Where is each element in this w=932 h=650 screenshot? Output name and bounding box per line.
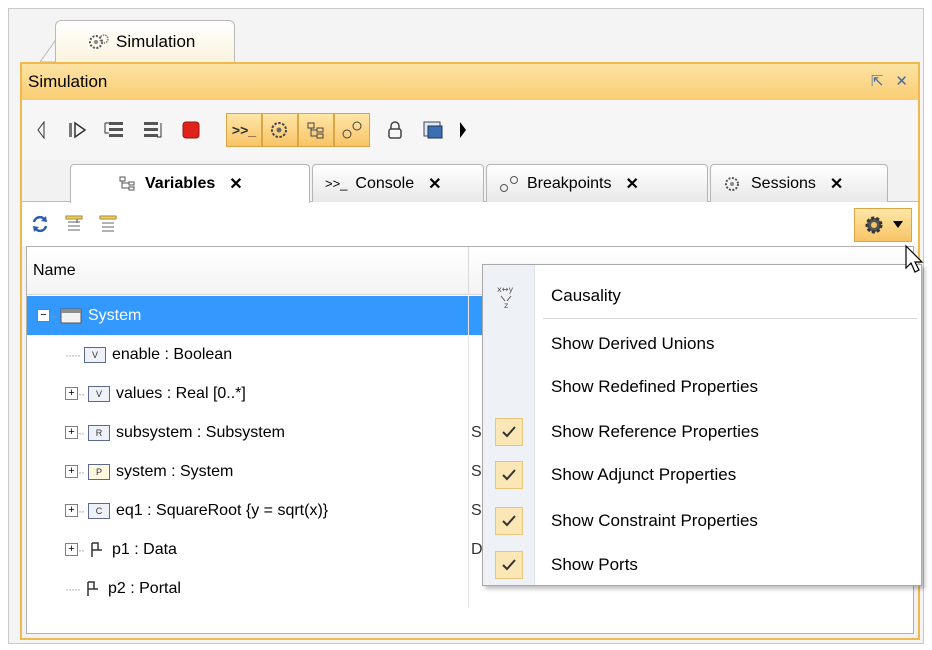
lock-icon[interactable] <box>380 115 410 145</box>
close-icon[interactable]: ✕ <box>229 174 242 194</box>
step-icon[interactable] <box>62 115 92 145</box>
row-name: values : Real [0..*] <box>116 384 246 402</box>
gears-icon <box>89 33 109 49</box>
checkmark-icon <box>495 551 523 579</box>
system-icon <box>60 308 82 323</box>
tree-toolbar <box>22 202 918 246</box>
column-header-name-label: Name <box>33 261 76 279</box>
menu-item-label: Show Constraint Properties <box>551 511 758 530</box>
tab-sessions[interactable]: Sessions ✕ <box>710 164 888 202</box>
menu-separator <box>543 318 917 319</box>
collapse-icon[interactable]: − <box>37 309 50 322</box>
menu-item-label: Show Derived Unions <box>551 334 715 353</box>
scroll-left-icon[interactable] <box>34 115 48 145</box>
menu-item-show-reference-properties[interactable]: Show Reference Properties <box>483 411 921 453</box>
menu-item-label: Show Reference Properties <box>551 422 759 441</box>
expand-icon[interactable]: + <box>65 426 78 439</box>
port-icon <box>87 580 98 596</box>
restore-icon[interactable]: ⇱ <box>871 72 884 90</box>
menu-item-show-redefined-properties[interactable]: Show Redefined Properties <box>483 366 921 408</box>
close-icon[interactable]: ✕ <box>895 72 908 90</box>
tab-variables[interactable]: Variables ✕ <box>70 164 310 203</box>
menu-item-label: Causality <box>551 286 621 305</box>
tab-sessions-label: Sessions <box>751 174 816 192</box>
row-name: p1 : Data <box>112 540 177 558</box>
tab-variables-label: Variables <box>145 175 216 192</box>
breakpoints-toggle-icon[interactable] <box>334 113 370 147</box>
expand-icon[interactable]: + <box>65 504 78 517</box>
scroll-right-icon[interactable] <box>456 115 470 145</box>
expand-icon[interactable]: + <box>65 465 78 478</box>
tab-console[interactable]: >>_ Console ✕ <box>312 164 484 202</box>
row-name: p2 : Portal <box>107 579 181 597</box>
menu-item-show-derived-unions[interactable]: Show Derived Unions <box>483 323 921 365</box>
console-icon: >>_ <box>325 176 348 191</box>
stop-icon[interactable] <box>176 115 206 145</box>
menu-item-show-ports[interactable]: Show Ports <box>483 544 921 586</box>
constraint-property-icon: C <box>88 502 110 519</box>
options-menu: x↔y z Causality Show Derived Unions Show … <box>482 264 922 586</box>
port-icon <box>91 541 102 557</box>
step-out-icon[interactable] <box>138 115 168 145</box>
view-tabs: Variables ✕ >>_ Console ✕ Breakpoints ✕ … <box>22 160 918 203</box>
expand-icon[interactable]: + <box>65 543 78 556</box>
causality-icon: x↔y z <box>497 285 513 309</box>
gear-icon <box>865 216 883 234</box>
tab-console-label: Console <box>355 174 415 192</box>
value-property-icon: V <box>83 346 106 363</box>
expand-icon[interactable]: + <box>65 387 78 400</box>
options-button[interactable] <box>854 208 912 242</box>
column-header-name[interactable]: Name <box>27 247 469 295</box>
console-toggle-icon[interactable]: >>_ <box>226 113 262 147</box>
step-into-icon[interactable] <box>100 115 130 145</box>
expand-all-icon[interactable] <box>64 214 84 234</box>
tab-breakpoints[interactable]: Breakpoints ✕ <box>486 164 708 202</box>
refresh-icon[interactable] <box>30 214 50 234</box>
close-icon[interactable]: ✕ <box>428 174 441 194</box>
checkmark-icon <box>495 507 523 535</box>
breakpoints-icon <box>500 175 518 192</box>
close-icon[interactable]: ✕ <box>626 174 639 194</box>
menu-item-label: Show Ports <box>551 555 638 574</box>
export-icon[interactable] <box>418 115 448 145</box>
row-name: subsystem : Subsystem <box>116 423 285 441</box>
gears-icon <box>725 176 739 191</box>
variables-icon <box>119 176 135 191</box>
row-name: eq1 : SquareRoot {y = sqrt(x)} <box>116 501 329 519</box>
value-property-icon: V <box>88 385 110 402</box>
variables-toggle-icon[interactable] <box>298 113 334 147</box>
reference-property-icon: R <box>88 424 110 441</box>
row-name: enable : Boolean <box>111 345 233 363</box>
checkmark-icon <box>495 418 523 446</box>
chevron-down-icon <box>893 221 903 228</box>
panel-header: Simulation ⇱ ✕ <box>22 64 918 100</box>
checkmark-icon <box>495 461 523 489</box>
menu-item-show-constraint-properties[interactable]: Show Constraint Properties <box>483 500 921 542</box>
collapse-all-icon[interactable] <box>98 214 118 234</box>
menu-item-show-adjunct-properties[interactable]: Show Adjunct Properties <box>483 454 921 496</box>
close-icon[interactable]: ✕ <box>830 174 843 194</box>
panel-title: Simulation <box>28 72 108 91</box>
mouse-cursor-icon <box>905 244 924 273</box>
menu-item-label: Show Redefined Properties <box>551 377 758 396</box>
svg-text:z: z <box>504 301 508 309</box>
sessions-toggle-icon[interactable] <box>262 113 298 147</box>
part-property-icon: P <box>88 463 110 480</box>
svg-text:x↔y: x↔y <box>497 285 513 294</box>
menu-item-label: Show Adjunct Properties <box>551 465 737 484</box>
simulation-doc-tab[interactable]: Simulation <box>55 20 235 62</box>
menu-item-causality[interactable]: x↔y z Causality <box>483 275 921 317</box>
row-name: system : System <box>116 462 234 480</box>
simulation-toolbar: >>_ <box>22 100 918 160</box>
row-name: System <box>88 306 142 324</box>
tab-breakpoints-label: Breakpoints <box>527 174 612 192</box>
doc-tab-label: Simulation <box>116 31 196 51</box>
